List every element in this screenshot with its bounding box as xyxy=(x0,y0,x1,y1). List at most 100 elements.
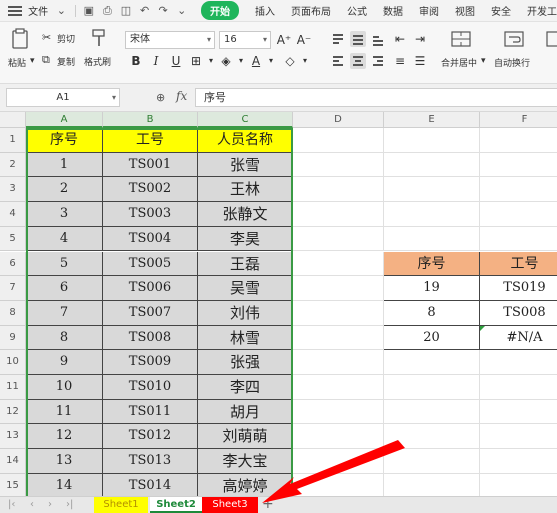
align-right-icon[interactable] xyxy=(370,53,386,69)
cell-d10[interactable] xyxy=(293,350,384,375)
column-header-c[interactable]: C xyxy=(198,112,293,128)
table-cell[interactable]: 胡月 xyxy=(198,399,293,425)
sheet-tab-sheet3[interactable]: Sheet3 xyxy=(202,497,258,513)
align-left-icon[interactable] xyxy=(330,53,346,69)
table-cell[interactable]: 7 xyxy=(26,300,103,326)
cell-d9[interactable] xyxy=(293,325,384,351)
table-cell[interactable]: 11 xyxy=(26,399,103,425)
lookup-cell[interactable]: #N/A xyxy=(480,325,557,351)
table-cell[interactable]: 9 xyxy=(26,350,103,375)
format-cell-icon[interactable] xyxy=(545,30,557,48)
table-cell[interactable]: TS007 xyxy=(103,300,198,326)
merge-center-button[interactable]: 合并居中 xyxy=(441,56,477,69)
cell-e1[interactable] xyxy=(384,128,480,153)
table-cell[interactable]: TS011 xyxy=(103,399,198,425)
table-cell[interactable]: TS005 xyxy=(103,251,198,277)
table-cell[interactable]: 张雪 xyxy=(198,152,293,178)
formula-input[interactable]: 序号 xyxy=(195,88,557,107)
table-cell[interactable]: 李大宝 xyxy=(198,449,293,474)
redo-icon[interactable]: ↷ xyxy=(158,4,169,17)
spreadsheet-grid[interactable]: A B C D E F 1 2 3 4 5 6 7 8 9 10 11 12 13 14 15 序号 工号 人员名称 1 TS00… xyxy=(0,112,557,496)
scissors-icon[interactable]: ✂ xyxy=(42,31,51,44)
cell-d2[interactable] xyxy=(293,152,384,178)
indent-decrease-icon[interactable]: ⇤ xyxy=(392,31,408,47)
cell-d14[interactable] xyxy=(293,449,384,474)
row-header-9[interactable]: 9 xyxy=(0,325,26,351)
cell-d15[interactable] xyxy=(293,473,384,496)
file-menu[interactable]: 文件 xyxy=(28,3,48,18)
paste-button[interactable]: 粘贴 xyxy=(8,56,26,69)
cell-f3[interactable] xyxy=(480,177,557,203)
cell-d7[interactable] xyxy=(293,276,384,301)
chevron-down-icon[interactable]: ▾ xyxy=(233,53,249,69)
row-header-1[interactable]: 1 xyxy=(0,128,26,153)
paste-dropdown-icon[interactable]: ▾ xyxy=(30,56,35,66)
wrap-text-icon[interactable] xyxy=(503,30,525,48)
format-painter-button[interactable]: 格式刷 xyxy=(84,55,111,68)
column-header-d[interactable]: D xyxy=(293,112,384,128)
chevron-down-icon[interactable]: ▾ xyxy=(263,53,279,69)
table-header-cell[interactable]: 工号 xyxy=(103,128,198,153)
lookup-cell[interactable]: TS008 xyxy=(480,300,557,326)
chevron-down-icon[interactable]: ⌄ xyxy=(176,4,187,17)
table-cell[interactable]: TS012 xyxy=(103,424,198,450)
tab-view[interactable]: 视图 xyxy=(455,3,475,18)
italic-icon[interactable]: I xyxy=(148,53,164,69)
sheet-tab-sheet1[interactable]: Sheet1 xyxy=(94,497,148,513)
table-cell[interactable]: TS013 xyxy=(103,449,198,474)
cell-d6[interactable] xyxy=(293,251,384,277)
chevron-down-icon[interactable]: ▾ xyxy=(297,53,313,69)
first-sheet-icon[interactable]: |‹ xyxy=(8,499,15,510)
cell-d13[interactable] xyxy=(293,424,384,450)
copy-icon[interactable]: ⧉ xyxy=(42,53,50,67)
print-preview-icon[interactable]: ◫ xyxy=(121,4,132,17)
prev-sheet-icon[interactable]: ‹ xyxy=(30,499,34,510)
tab-review[interactable]: 审阅 xyxy=(419,3,439,18)
chevron-down-icon[interactable]: ▾ xyxy=(203,53,219,69)
save-icon[interactable]: ▣ xyxy=(84,4,95,17)
table-cell[interactable]: 8 xyxy=(26,325,103,351)
wrap-text-button[interactable]: 自动换行 xyxy=(494,56,530,69)
font-name-select[interactable]: 宋体 ▾ xyxy=(125,31,215,49)
table-cell[interactable]: 3 xyxy=(26,202,103,227)
table-cell[interactable]: 6 xyxy=(26,276,103,301)
row-header-7[interactable]: 7 xyxy=(0,276,26,301)
cell-d4[interactable] xyxy=(293,202,384,227)
table-cell[interactable]: 李昊 xyxy=(198,226,293,252)
tab-formulas[interactable]: 公式 xyxy=(347,3,367,18)
next-sheet-icon[interactable]: › xyxy=(48,499,52,510)
tab-insert[interactable]: 插入 xyxy=(255,3,275,18)
table-cell[interactable]: TS003 xyxy=(103,202,198,227)
cell-f5[interactable] xyxy=(480,227,557,252)
row-header-11[interactable]: 11 xyxy=(0,375,26,400)
cell-f15[interactable] xyxy=(480,474,557,496)
table-cell[interactable]: 吴雪 xyxy=(198,276,293,301)
row-header-5[interactable]: 5 xyxy=(0,226,26,252)
indent-increase-icon[interactable]: ⇥ xyxy=(412,31,428,47)
cell-e4[interactable] xyxy=(384,202,480,227)
table-cell[interactable]: 12 xyxy=(26,424,103,450)
cell-e14[interactable] xyxy=(384,449,480,474)
row-header-15[interactable]: 15 xyxy=(0,473,26,496)
table-cell[interactable]: 张静文 xyxy=(198,202,293,227)
row-header-14[interactable]: 14 xyxy=(0,449,26,474)
row-header-6[interactable]: 6 xyxy=(0,251,26,277)
eraser-icon[interactable]: ◇ xyxy=(282,53,298,69)
justify-icon[interactable]: ☰ xyxy=(412,53,428,69)
cell-e3[interactable] xyxy=(384,177,480,203)
fx-icon[interactable]: fx xyxy=(176,89,187,103)
row-header-13[interactable]: 13 xyxy=(0,424,26,450)
increase-font-icon[interactable]: A⁺ xyxy=(276,32,292,48)
lookup-header-cell[interactable]: 工号 xyxy=(480,251,557,277)
row-header-2[interactable]: 2 xyxy=(0,152,26,178)
row-header-12[interactable]: 12 xyxy=(0,399,26,425)
table-cell[interactable]: 4 xyxy=(26,226,103,252)
table-cell[interactable]: 2 xyxy=(26,177,103,203)
table-cell[interactable]: TS002 xyxy=(103,177,198,203)
cell-f14[interactable] xyxy=(480,449,557,474)
column-header-f[interactable]: F xyxy=(480,112,557,128)
table-cell[interactable]: 王磊 xyxy=(198,251,293,277)
select-all-corner[interactable] xyxy=(0,112,26,128)
table-cell[interactable]: TS009 xyxy=(103,350,198,375)
align-middle-icon[interactable] xyxy=(350,31,366,47)
